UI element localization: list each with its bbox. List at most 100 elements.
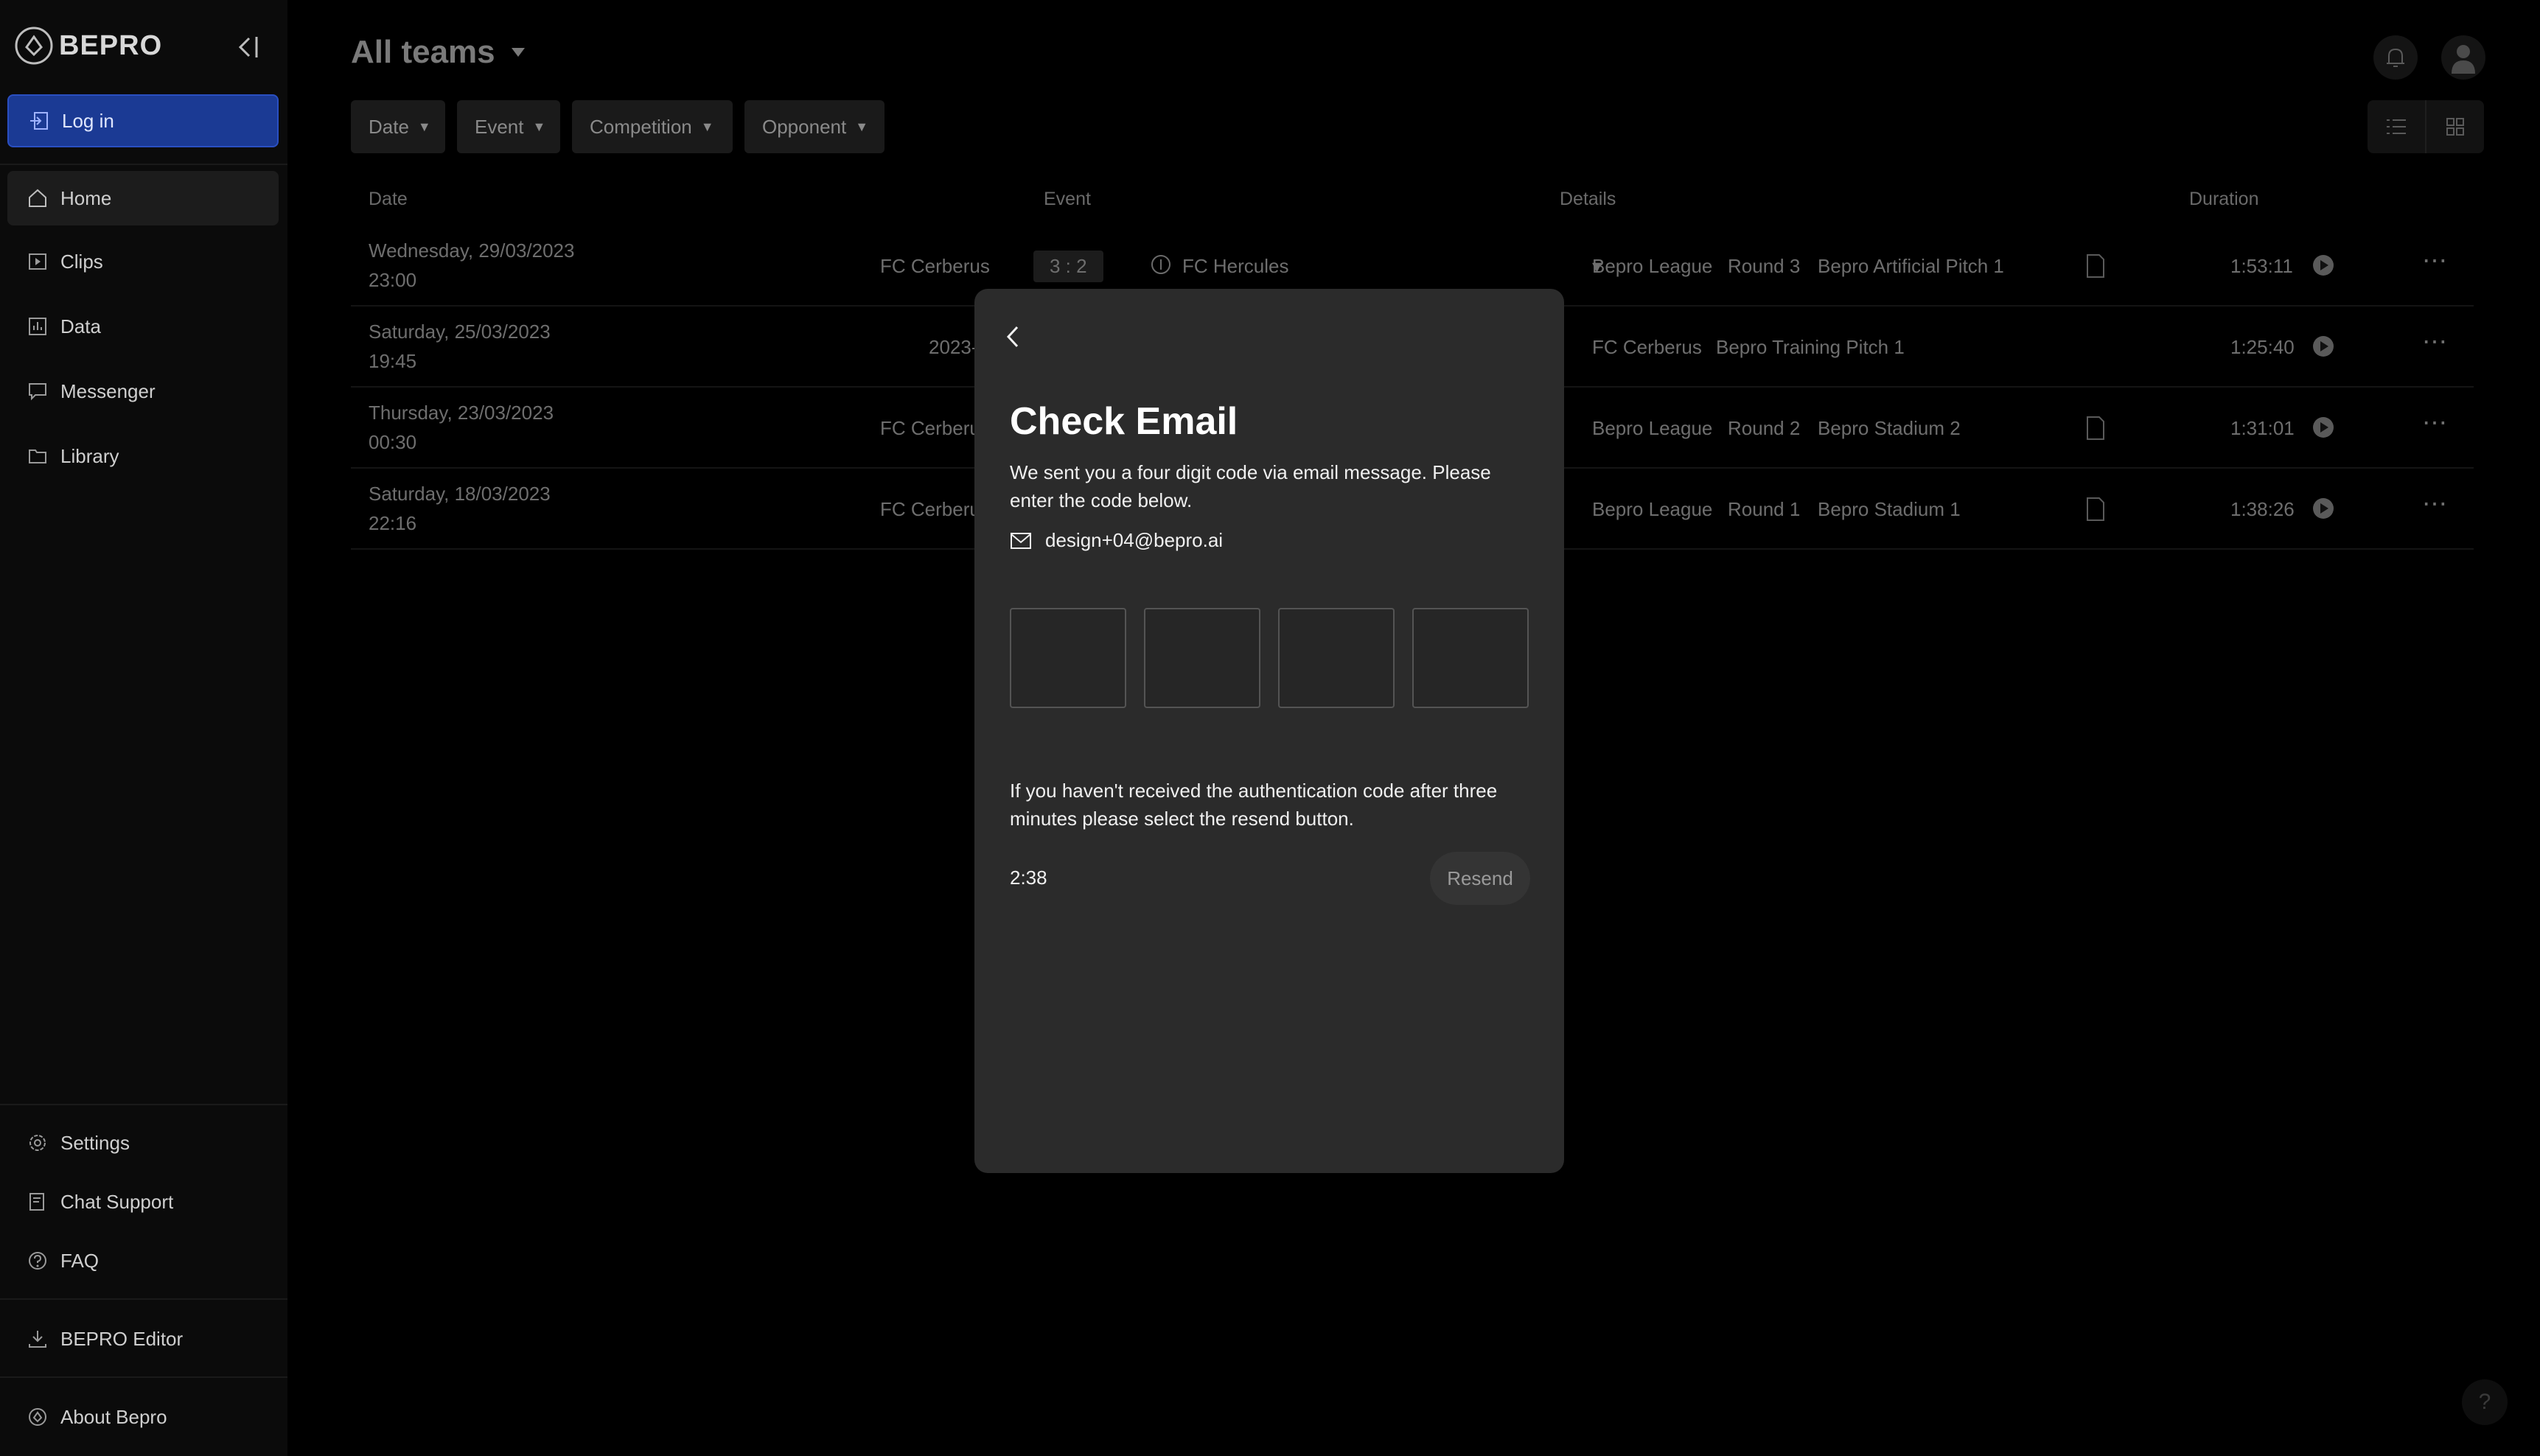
- code-digit-input[interactable]: [1412, 608, 1529, 708]
- sidebar-divider: [0, 1376, 287, 1378]
- filter-label: Event: [475, 115, 524, 138]
- play-button[interactable]: [2312, 416, 2335, 439]
- competition: Bepro League: [1592, 255, 1713, 277]
- caret-icon: ▼: [855, 119, 869, 134]
- code-digit-input[interactable]: [1010, 608, 1126, 708]
- mail-icon: [1011, 532, 1031, 549]
- report-icon[interactable]: [2084, 253, 2107, 279]
- duration: 1:31:01: [2230, 417, 2295, 439]
- duration: 1:38:26: [2230, 498, 2295, 520]
- modal-description: We sent you a four digit code via email …: [1010, 461, 1491, 511]
- sidebar-item-bepro-editor[interactable]: BEPRO Editor: [7, 1312, 279, 1366]
- home-team: FC Cerberu: [880, 417, 980, 439]
- home-team: FC Cerberus: [880, 255, 990, 277]
- avatar-icon: [2452, 45, 2475, 74]
- collapse-sidebar-button[interactable]: [230, 32, 264, 62]
- bepro-logo-icon: [15, 27, 53, 65]
- home-team: FC Cerberu: [880, 498, 980, 520]
- team-selector[interactable]: All teams: [351, 34, 526, 71]
- play-icon: [2313, 336, 2334, 357]
- venue: Bepro Stadium 1: [1818, 498, 1961, 520]
- sidebar-divider: [0, 1298, 287, 1300]
- sidebar-item-library[interactable]: Library: [7, 429, 279, 483]
- column-header-date: Date: [369, 189, 408, 209]
- login-button[interactable]: Log in: [7, 94, 279, 147]
- filter-event[interactable]: Event ▼: [457, 100, 560, 153]
- more-options-icon[interactable]: ⋯: [2422, 327, 2447, 357]
- sidebar-item-label: Data: [60, 315, 101, 337]
- sidebar-item-settings[interactable]: Settings: [7, 1116, 279, 1170]
- grid-icon: [2446, 118, 2464, 136]
- view-toggle: [2368, 100, 2484, 153]
- bepro-logo[interactable]: BEPRO: [13, 25, 162, 66]
- chevron-left-icon: [1006, 326, 1019, 348]
- match-time: 22:16: [369, 512, 417, 534]
- column-header-details: Details: [1560, 189, 1616, 209]
- more-options-icon[interactable]: ⋯: [2422, 408, 2447, 438]
- round: Round 2: [1728, 417, 1801, 439]
- competition: Bepro League: [1592, 498, 1713, 520]
- chevron-down-icon: [511, 48, 525, 57]
- sidebar-divider: [0, 1104, 287, 1105]
- play-button[interactable]: [2312, 335, 2335, 358]
- report-icon[interactable]: [2084, 497, 2107, 522]
- sidebar-item-label: FAQ: [60, 1249, 100, 1272]
- venue: Bepro Training Pitch 1: [1716, 336, 1905, 358]
- match-date: Saturday, 25/03/2023: [369, 321, 551, 343]
- login-icon: [30, 112, 48, 130]
- team: FC Cerberus: [1592, 336, 1702, 358]
- report-icon[interactable]: [2084, 416, 2107, 441]
- sidebar-item-label: Settings: [60, 1131, 130, 1154]
- home-icon: [29, 189, 46, 207]
- back-button[interactable]: [998, 318, 1027, 355]
- grid-view-button[interactable]: [2426, 100, 2484, 153]
- email-address: design+04@bepro.ai: [1045, 529, 1224, 551]
- resend-note: If you haven't received the authenticati…: [1010, 780, 1498, 830]
- match-time: 19:45: [369, 350, 417, 372]
- sidebar-item-home[interactable]: Home: [7, 171, 279, 225]
- sidebar-item-messenger[interactable]: Messenger: [7, 364, 279, 419]
- clips-icon: [29, 253, 46, 270]
- list-view-button[interactable]: [2368, 100, 2426, 153]
- email-display: design+04@bepro.ai: [1010, 529, 1223, 552]
- sidebar-item-label: Messenger: [60, 379, 156, 402]
- sidebar-item-label: Chat Support: [60, 1190, 174, 1213]
- chart-icon: [29, 318, 46, 335]
- resend-button[interactable]: Resend: [1430, 852, 1530, 905]
- competition: Bepro League: [1592, 417, 1713, 439]
- column-header-duration: Duration: [2189, 189, 2259, 209]
- play-button[interactable]: [2312, 253, 2335, 277]
- sidebar-item-label: About Bepro: [60, 1405, 167, 1428]
- filter-label: Date: [369, 115, 409, 138]
- column-header-event: Event: [1044, 189, 1091, 209]
- code-digit-input[interactable]: [1278, 608, 1395, 708]
- play-button[interactable]: [2312, 497, 2335, 520]
- caret-icon: ▼: [700, 119, 714, 134]
- more-options-icon[interactable]: ⋯: [2422, 246, 2447, 276]
- play-icon: [2313, 498, 2334, 519]
- more-options-icon[interactable]: ⋯: [2422, 489, 2447, 519]
- login-label: Log in: [62, 109, 114, 132]
- help-button[interactable]: ?: [2462, 1379, 2508, 1425]
- check-email-modal: Check Email We sent you a four digit cod…: [974, 289, 1564, 1173]
- duration: 1:53:11: [2230, 255, 2293, 277]
- notifications-button[interactable]: [2373, 35, 2418, 80]
- chat-icon: [29, 383, 46, 401]
- filter-date[interactable]: Date ▼: [351, 100, 445, 153]
- duration: 1:25:40: [2230, 336, 2295, 358]
- sidebar-item-label: Home: [60, 186, 112, 209]
- sidebar-item-about-bepro[interactable]: About Bepro: [7, 1390, 279, 1444]
- sidebar-item-chat-support[interactable]: Chat Support: [7, 1175, 279, 1229]
- filter-opponent[interactable]: Opponent ▼: [744, 100, 885, 153]
- code-digit-input[interactable]: [1144, 608, 1260, 708]
- filter-competition[interactable]: Competition ▼: [572, 100, 733, 153]
- score: 3 : 2: [1033, 251, 1103, 282]
- avatar[interactable]: [2441, 35, 2485, 80]
- away-team: FC Hercules: [1182, 255, 1289, 277]
- sidebar-item-data[interactable]: Data: [7, 299, 279, 354]
- match-date: Saturday, 18/03/2023: [369, 483, 551, 505]
- play-icon: [2313, 255, 2334, 276]
- page-title: All teams: [351, 34, 495, 70]
- sidebar-item-faq[interactable]: FAQ: [7, 1233, 279, 1288]
- sidebar-item-clips[interactable]: Clips: [7, 234, 279, 289]
